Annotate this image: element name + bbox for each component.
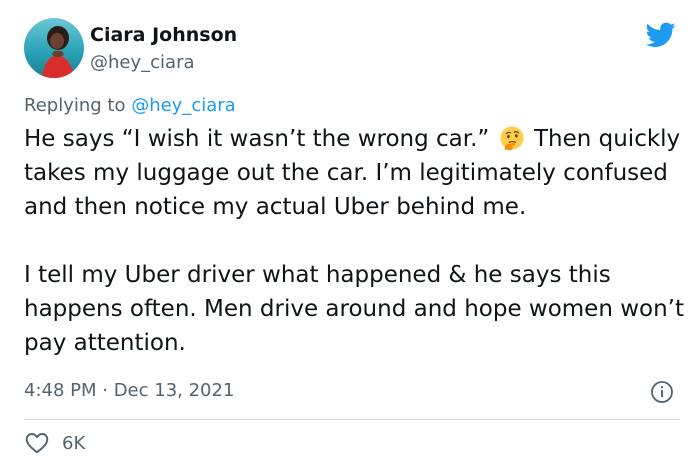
twitter-bird-icon[interactable] — [646, 22, 676, 48]
like-count: 6K — [62, 432, 86, 454]
heart-icon[interactable] — [24, 430, 50, 456]
author-name[interactable]: Ciara Johnson — [90, 24, 237, 46]
tweet-header: Ciara Johnson @hey_ciara — [24, 18, 684, 84]
author-handle[interactable]: @hey_ciara — [90, 52, 195, 73]
divider — [24, 419, 680, 420]
like-button[interactable]: 6K — [24, 428, 85, 458]
replying-to-prefix: Replying to — [24, 95, 132, 116]
tweet-text: He says “I wish it wasn’t the wrong car.… — [24, 122, 684, 360]
avatar-image — [24, 18, 84, 78]
tweet-paragraph-2: I tell my Uber driver what happened & he… — [24, 262, 685, 356]
replying-to-mention[interactable]: @hey_ciara — [131, 95, 236, 116]
tweet-paragraph-1-start: He says “I wish it wasn’t the wrong car.… — [24, 126, 490, 152]
tweet-timestamp[interactable]: 4:48 PM · Dec 13, 2021 — [24, 380, 234, 401]
tweet-paragraph-1: He says “I wish it wasn’t the wrong car.… — [24, 122, 684, 224]
tweet-card: Ciara Johnson @hey_ciara Replying to @he… — [0, 0, 700, 471]
replying-to-line: Replying to @hey_ciara — [24, 95, 236, 116]
thinking-face-emoji — [500, 126, 524, 151]
info-icon[interactable] — [650, 380, 674, 404]
avatar[interactable] — [24, 18, 84, 78]
